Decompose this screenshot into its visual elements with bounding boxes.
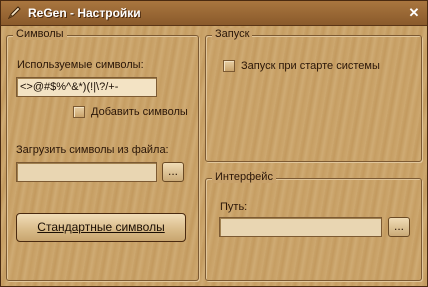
symbols-group: Символы — [6, 28, 199, 281]
symbols-group-legend: Символы — [13, 28, 67, 40]
used-symbols-input[interactable] — [16, 77, 157, 97]
path-input[interactable] — [219, 217, 382, 237]
interface-group-legend: Интерфейс — [212, 171, 276, 183]
path-browse-button[interactable]: ... — [388, 217, 410, 237]
startup-group: Запуск — [205, 28, 422, 162]
title-bar[interactable]: ReGen - Настройки ✕ — [1, 1, 427, 26]
add-symbols-checkbox[interactable] — [73, 106, 85, 118]
path-label: Путь: — [220, 201, 248, 213]
used-symbols-label: Используемые символы: — [17, 59, 144, 71]
startup-group-legend: Запуск — [212, 28, 253, 40]
startup-checkbox[interactable] — [223, 60, 235, 72]
pen-icon — [7, 6, 21, 20]
load-file-browse-button[interactable]: ... — [162, 162, 184, 182]
startup-label: Запуск при старте системы — [241, 60, 380, 72]
window-title: ReGen - Настройки — [28, 6, 141, 20]
standard-symbols-button[interactable]: Стандартные символы — [16, 213, 186, 242]
add-symbols-label: Добавить символы — [91, 106, 188, 118]
standard-symbols-label: Стандартные символы — [37, 220, 165, 234]
load-file-path-input[interactable] — [16, 162, 157, 182]
load-from-file-label: Загрузить символы из файла: — [16, 144, 169, 156]
settings-window: ReGen - Настройки ✕ Символы Используемые… — [0, 0, 428, 287]
close-icon[interactable]: ✕ — [405, 4, 423, 21]
